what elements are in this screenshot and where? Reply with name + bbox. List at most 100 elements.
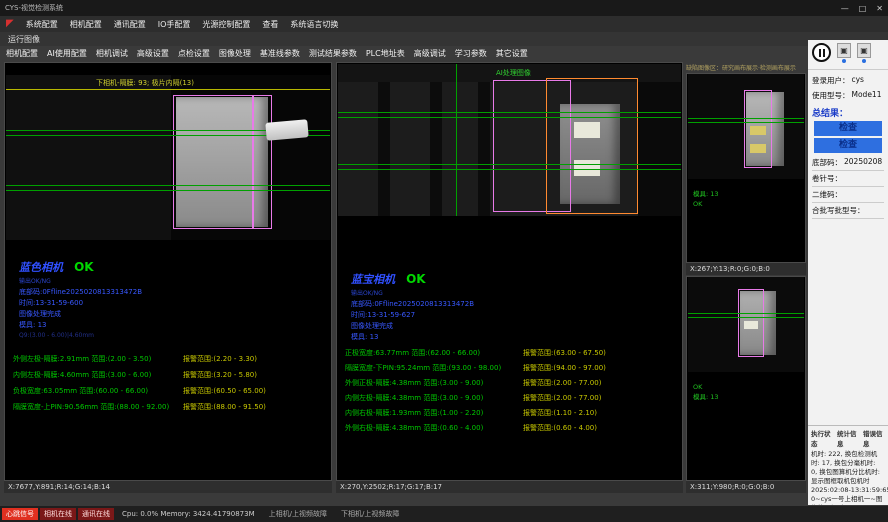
menu-item[interactable]: IO手配置 [158,19,191,30]
status-bar: 心跳信号相机在线通讯在线 Cpu: 0.0% Memory: 3424.4179… [0,506,888,522]
measurement-row: 外侧左极-隔膜:2.91mm 范围:(2.00 - 3.50) 报警范围:(2.… [13,354,327,364]
tab-highlight [750,126,766,135]
toolbar-item[interactable]: 基准线参数 [260,48,300,59]
total-result-box-2: 检查 [814,138,882,153]
maximize-button[interactable]: □ [859,4,867,13]
small-1-coords-strip: X:267;Y:13;R:0;G:0;B:0 [686,263,806,275]
toolbar-item[interactable]: 相机配置 [6,48,38,59]
menu-bar: ◤ 系统配置 相机配置 通讯配置 IO手配置 光源控制配置 查看 系统语言切换 [0,16,888,32]
tab-run-image[interactable]: 运行图像 [8,34,40,45]
toolbar-item[interactable]: AI使用配置 [47,48,87,59]
left-overlay-title: 下相机-隔膜: 93; 极片内隔(13) [96,78,194,88]
measurement-row: 隔膜宽度-上PIN:90.56mm 范围:(88.00 - 92.00) 报警范… [13,402,327,412]
left-result-subtitle: 输出OK/NG [19,276,142,285]
measurement-value: 内侧左极-隔膜:4.38mm 范围:(3.00 - 9.00) [345,393,523,403]
left-time: 时间:13-31-59-600 [19,298,142,309]
small-camera-panel-1: 模具: 13OK [686,73,806,263]
small-view-2-text: OK模具: 13 [693,382,719,402]
menu-item[interactable]: 相机配置 [70,19,102,30]
menu-item[interactable]: 系统配置 [26,19,58,30]
small-2-coords-strip: X:311;Y:980;R:0;G:0;B:0 [686,481,806,493]
minimize-button[interactable]: — [841,4,849,13]
qr-code-label: 二维码： [812,189,842,200]
toolbar-item[interactable]: 点检设置 [178,48,210,59]
measurement-warning: 报警范围:(2.20 - 3.30) [183,354,257,364]
window-controls: — □ ✕ [841,4,883,13]
login-user-value: cys [852,75,864,86]
small-view-text-line: OK [693,382,719,392]
model-label: 使用型号： [812,90,850,101]
small-camera-image-2[interactable] [688,277,804,372]
measure-line-green [338,164,681,165]
measure-line-green [688,118,804,119]
camera-1-status-dot [842,59,846,63]
toolbar-item[interactable]: PLC地址表 [366,48,405,59]
left-camera-panel: 下相机-隔膜: 93; 极片内隔(13) 蓝色相机 OK 输出OK/NG 底部码… [4,62,332,481]
right-time: 时间:13-31-59-627 [351,310,474,321]
measurement-warning: 报警范围:(88.00 - 91.50) [183,402,266,412]
left-extra: Q9:(3.00 - 6.00)|4.60mm [19,331,142,340]
right-camera-image[interactable]: AI处理图像 [338,64,681,216]
right-camera-title: 蓝宝相机 [351,273,395,286]
right-sidebar: ▣ ▣ 登录用户： cys 使用型号： Mode11 总结果： 检查 检查 底部… [808,40,888,505]
measure-line-green [688,122,804,123]
measurement-value: 隔膜宽度-下PIN:95.24mm 范围:(93.00 - 98.00) [345,363,523,373]
small-1-cursor-coords: X:267;Y:13;R:0;G:0;B:0 [690,265,770,273]
left-mold: 模具: 13 [19,320,142,331]
status-badge: 通讯在线 [78,508,114,520]
right-process-status: 图像处理完成 [351,321,474,332]
right-measurements: 正极宽度:63.77mm 范围:(62.00 - 66.00) 报警范围:(63… [345,348,678,438]
toolbar-item[interactable]: 测试结果参数 [309,48,357,59]
small-camera-image-1[interactable] [688,74,804,179]
left-result-block: 蓝色相机 OK 输出OK/NG 底部码:0Ffline2025020813313… [19,256,142,340]
menu-item[interactable]: 光源控制配置 [202,19,250,30]
measurement-row: 隔膜宽度-下PIN:95.24mm 范围:(93.00 - 98.00) 报警范… [345,363,678,373]
left-cursor-coords: X:7677,Y:891;R:14;G:14;B:14 [8,483,110,491]
camera-1-thumbnail-button[interactable]: ▣ [837,43,851,58]
title-bar: CYS-视觉检测系统 — □ ✕ [0,0,888,16]
menu-item[interactable]: 查看 [262,19,278,30]
small-2-cursor-coords: X:311;Y:980;R:0;G:0;B:0 [690,483,774,491]
toolbar-item[interactable]: 图像处理 [219,48,251,59]
toolbar-item[interactable]: 相机调试 [96,48,128,59]
tab-highlight [744,321,758,329]
measure-line-green [338,117,681,118]
measurement-row: 正极宽度:63.77mm 范围:(62.00 - 66.00) 报警范围:(63… [345,348,678,358]
measurement-warning: 报警范围:(2.00 - 77.00) [523,378,601,388]
left-coords-strip: X:7677,Y:891;R:14;G:14;B:14 [4,481,332,493]
toolbar: 相机配置 AI使用配置 相机调试 高级设置 点检设置 图像处理 基准线参数 测试… [0,46,800,60]
right-camera-panel: AI处理图像 蓝宝相机 OK 输出OK/NG 底部码:0Ffline202502… [336,62,683,481]
pause-button[interactable] [812,43,831,62]
close-button[interactable]: ✕ [876,4,883,13]
toolbar-item[interactable]: 高级设置 [137,48,169,59]
stats-tab[interactable]: 错误信息 [863,428,885,448]
measure-line-green [688,317,804,318]
stats-tab[interactable]: 统计信息 [837,428,859,448]
measurement-row: 内侧左极-隔膜:4.60mm 范围:(3.00 - 6.00) 报警范围:(3.… [13,370,327,380]
measurement-value: 正极宽度:63.77mm 范围:(62.00 - 66.00) [345,348,523,358]
measurement-value: 外侧正极-隔膜:4.38mm 范围:(3.00 - 9.00) [345,378,523,388]
menu-item[interactable]: 通讯配置 [114,19,146,30]
left-camera-image[interactable]: 下相机-隔膜: 93; 极片内隔(13) [6,75,330,240]
session-fields: 登录用户： cys 使用型号： Mode11 总结果： 检查 检查 底部码： 2… [808,70,888,222]
camera-2-status-dot [862,59,866,63]
tab-highlight [750,144,766,153]
stats-line: 0~cys一号上相机一~图 [811,495,885,504]
toolbar-item[interactable]: 学习参数 [455,48,487,59]
stats-line: 机时: 222, 换包检测机 [811,450,885,459]
measurement-row: 负极宽度:63.05mm 范围:(60.00 - 66.00) 报警范围:(60… [13,386,327,396]
toolbar-item[interactable]: 高级调试 [414,48,446,59]
menu-item[interactable]: 系统语言切换 [290,19,338,30]
stats-panel: 执行状态统计信息错误信息 机时: 222, 换包检测机时: 17, 换包分毫机时… [808,425,888,505]
measurement-row: 内侧右极-隔膜:1.93mm 范围:(1.00 - 2.20) 报警范围:(1.… [345,408,678,418]
camera-2-thumbnail-button[interactable]: ▣ [857,43,871,58]
right-mold: 模具: 13 [351,332,474,343]
small-view-1-text: 模具: 13OK [693,189,719,209]
toolbar-item[interactable]: 其它设置 [496,48,528,59]
gripper-part [265,119,308,141]
machine-background [6,75,171,240]
lower-camera-fault-text: 下相机/上视频故障 [341,509,399,519]
stats-tab[interactable]: 执行状态 [811,428,833,448]
right-coords-strip: X:270,Y:2502;R:17;G:17;B:17 [336,481,683,493]
stats-tabs: 执行状态统计信息错误信息 [811,428,885,448]
